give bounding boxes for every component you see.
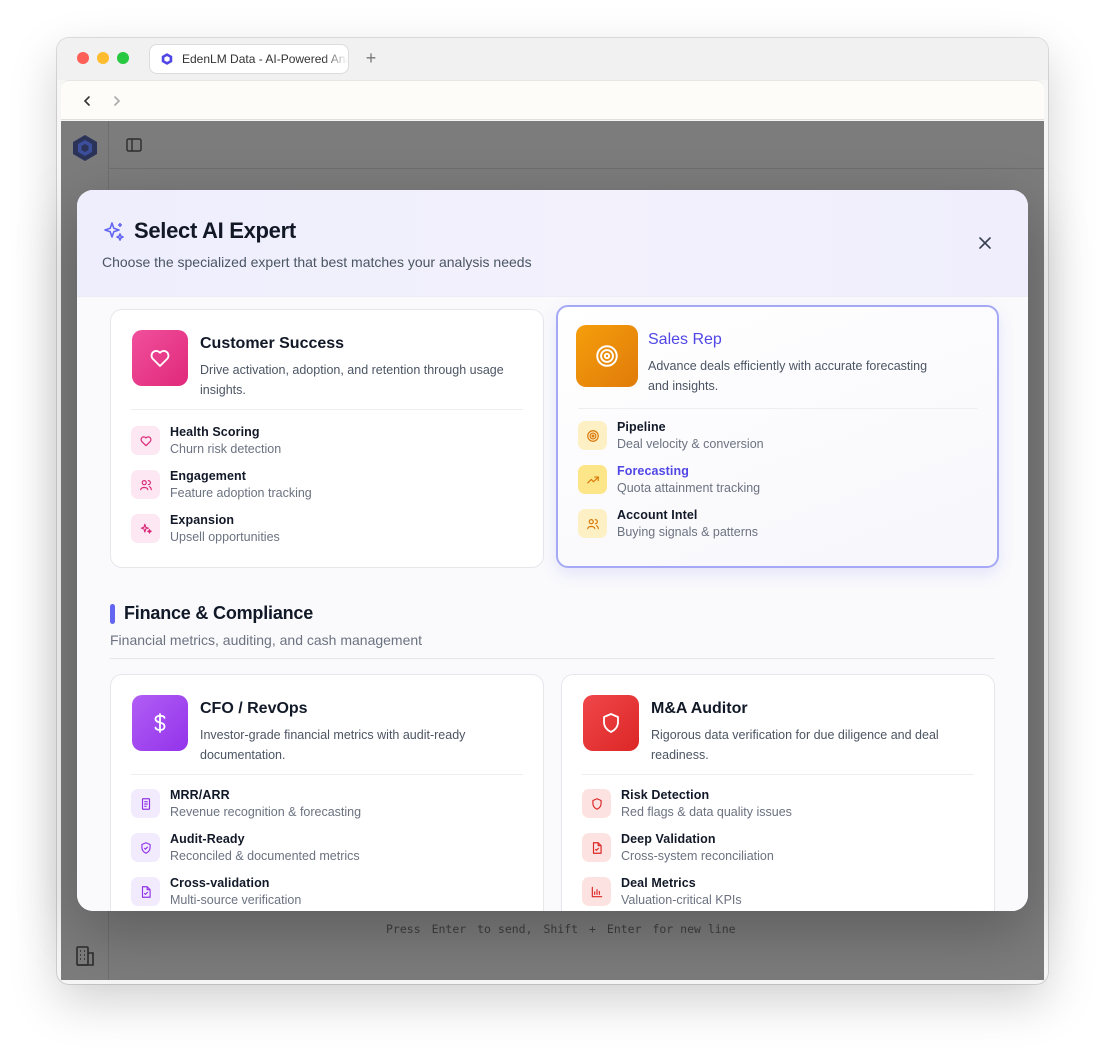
target-icon: [578, 421, 607, 450]
receipt-icon: [131, 789, 160, 818]
feature-name: MRR/ARR: [170, 788, 230, 802]
expert-description: Drive activation, adoption, and retentio…: [200, 363, 504, 397]
edenlm-logo-icon[interactable]: [71, 134, 99, 162]
section-title: Finance & Compliance: [124, 603, 314, 623]
maximize-window-button[interactable]: [117, 52, 129, 64]
expert-title: M&A Auditor: [651, 700, 748, 717]
feature-name: Cross-validation: [170, 876, 270, 890]
back-button[interactable]: [77, 91, 97, 111]
hint-press: Press: [386, 922, 421, 936]
feature-name: Deep Validation: [621, 832, 716, 846]
minimize-window-button[interactable]: [97, 52, 109, 64]
expert-card-sales-rep[interactable]: Sales Rep Advance deals efficiently with…: [556, 305, 999, 568]
feature-desc: Revenue recognition & forecasting: [170, 805, 362, 819]
feature-name: Engagement: [170, 469, 247, 483]
card-divider: [131, 774, 523, 775]
trend-up-icon: [578, 465, 607, 494]
hint-key-enter-2: Enter: [606, 922, 642, 936]
feature-name: Deal Metrics: [621, 876, 696, 890]
shield-icon: [583, 695, 639, 751]
browser-navbar: [61, 80, 1044, 120]
feature-name: Audit-Ready: [170, 832, 245, 846]
expert-description: Rigorous data verification for due dilig…: [651, 728, 939, 762]
hint-to-send: to send,: [477, 922, 533, 936]
shield-check-icon: [131, 833, 160, 862]
modal-body: Customer Success Drive activation, adopt…: [77, 297, 1028, 911]
users-icon: [578, 509, 607, 538]
browser-titlebar: EdenLM Data - AI-Powered Analytics +: [57, 38, 1048, 80]
new-tab-button[interactable]: +: [361, 48, 381, 68]
shield-icon: [582, 789, 611, 818]
feature-name: Expansion: [170, 513, 235, 527]
bar-chart-icon: [582, 877, 611, 906]
expert-description: Advance deals efficiently with accurate …: [648, 359, 928, 393]
file-icon: [131, 877, 160, 906]
expert-title: CFO / RevOps: [200, 700, 308, 717]
hint-key-enter: Enter: [431, 922, 467, 936]
expert-card-cfo-revops[interactable]: CFO / RevOps Investor-grade financial me…: [110, 674, 544, 911]
card-divider: [131, 409, 523, 410]
card-divider: [578, 408, 977, 409]
heart-icon: [132, 330, 188, 386]
sparkle-icon: [131, 514, 160, 543]
feature-name: Forecasting: [617, 464, 689, 478]
feature-name: Account Intel: [617, 508, 698, 522]
feature-desc: Feature adoption tracking: [170, 486, 312, 500]
feature-name: Health Scoring: [170, 425, 260, 439]
input-hint: Press Enter to send, Shift + Enter for n…: [386, 922, 736, 936]
hint-new-line: for new line: [652, 922, 736, 936]
feature-desc: Valuation-critical KPIs: [621, 893, 742, 907]
modal-title: Select AI Expert: [134, 218, 296, 243]
feature-desc: Upsell opportunities: [170, 530, 280, 544]
users-icon: [131, 470, 160, 499]
feature-name: Pipeline: [617, 420, 666, 434]
building-icon[interactable]: [73, 944, 97, 968]
select-expert-modal: Select AI Expert Choose the specialized …: [77, 190, 1028, 911]
expert-card-ma-auditor[interactable]: M&A Auditor Rigorous data verification f…: [561, 674, 995, 911]
hint-key-shift: Shift: [543, 922, 579, 936]
app-header: [109, 121, 1044, 169]
file-icon: [582, 833, 611, 862]
section-description: Financial metrics, auditing, and cash ma…: [110, 632, 423, 648]
modal-header: Select AI Expert Choose the specialized …: [77, 190, 1028, 297]
feature-desc: Quota attainment tracking: [617, 481, 761, 495]
chevron-left-icon: [83, 96, 90, 106]
modal-subtitle: Choose the specialized expert that best …: [102, 254, 532, 270]
chevron-right-icon: [114, 96, 121, 106]
feature-desc: Churn risk detection: [170, 442, 282, 456]
forward-button[interactable]: [107, 91, 127, 111]
card-divider: [582, 774, 974, 775]
hint-plus: +: [589, 922, 596, 936]
expert-title: Sales Rep: [648, 331, 722, 348]
sidebar-toggle-icon[interactable]: [125, 136, 143, 154]
feature-desc: Red flags & data quality issues: [621, 805, 792, 819]
target-icon: [576, 325, 638, 387]
feature-desc: Multi-source verification: [170, 893, 302, 907]
close-modal-button[interactable]: [974, 232, 996, 254]
tab-title: EdenLM Data - AI-Powered Analytics: [182, 52, 348, 66]
feature-desc: Cross-system reconciliation: [621, 849, 774, 863]
close-window-button[interactable]: [77, 52, 89, 64]
feature-name: Risk Detection: [621, 788, 710, 802]
sparkles-icon: [104, 222, 124, 241]
heart-icon: [131, 426, 160, 455]
feature-desc: Buying signals & patterns: [617, 525, 759, 539]
edenlm-favicon-icon: [161, 53, 173, 65]
section-divider: [110, 658, 995, 659]
section-accent-bar: [110, 604, 115, 624]
expert-card-customer-success[interactable]: Customer Success Drive activation, adopt…: [110, 309, 544, 568]
expert-title: Customer Success: [200, 335, 345, 352]
feature-desc: Deal velocity & conversion: [617, 437, 764, 451]
close-icon: [979, 237, 991, 249]
dollar-icon: [132, 695, 188, 751]
feature-desc: Reconciled & documented metrics: [170, 849, 360, 863]
expert-description: Investor-grade financial metrics with au…: [200, 728, 466, 762]
browser-tab[interactable]: EdenLM Data - AI-Powered Analytics: [149, 44, 349, 74]
